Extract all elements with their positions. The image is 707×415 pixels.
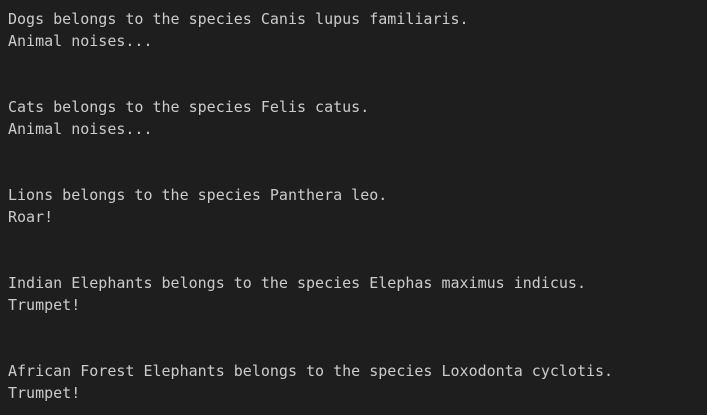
output-block-dogs: Dogs belongs to the species Canis lupus … — [8, 8, 707, 52]
sound-line: Trumpet! — [8, 296, 81, 314]
terminal-output: Dogs belongs to the species Canis lupus … — [0, 0, 707, 415]
output-block-lions: Lions belongs to the species Panthera le… — [8, 184, 707, 228]
sound-line: Roar! — [8, 208, 54, 226]
species-line: Dogs belongs to the species Canis lupus … — [8, 10, 469, 28]
species-line: Cats belongs to the species Felis catus. — [8, 98, 370, 116]
sound-line: Animal noises... — [8, 120, 153, 138]
species-line: Indian Elephants belongs to the species … — [8, 274, 586, 292]
output-block-african-forest-elephants: African Forest Elephants belongs to the … — [8, 360, 707, 404]
species-line: Lions belongs to the species Panthera le… — [8, 186, 388, 204]
sound-line: Trumpet! — [8, 384, 81, 402]
species-line: African Forest Elephants belongs to the … — [8, 362, 614, 380]
output-block-indian-elephants: Indian Elephants belongs to the species … — [8, 272, 707, 316]
output-block-cats: Cats belongs to the species Felis catus.… — [8, 96, 707, 140]
sound-line: Animal noises... — [8, 32, 153, 50]
